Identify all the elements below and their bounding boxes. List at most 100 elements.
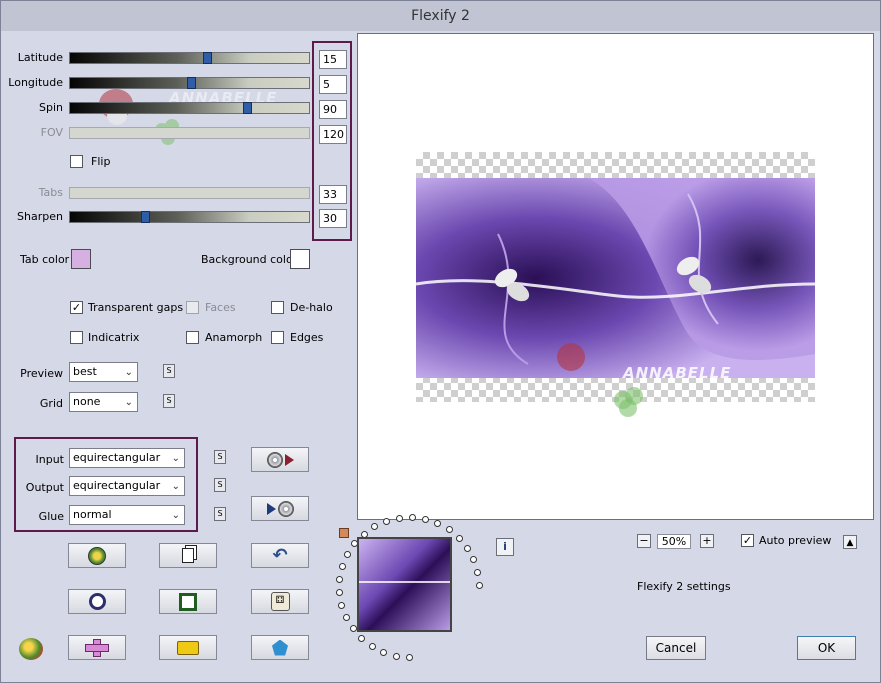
navigator-dot bbox=[383, 517, 391, 525]
flexify-logo-icon bbox=[19, 638, 43, 660]
spin-label: Spin bbox=[39, 101, 63, 114]
navigator-dot bbox=[475, 581, 483, 589]
disc-icon bbox=[277, 500, 294, 517]
navigator-dot bbox=[349, 625, 357, 633]
cross-button[interactable] bbox=[68, 635, 126, 660]
circle-button[interactable] bbox=[68, 589, 126, 614]
fov-slider bbox=[69, 127, 310, 139]
longitude-slider-thumb[interactable] bbox=[187, 77, 196, 89]
random-button[interactable]: ⚃ bbox=[251, 589, 309, 614]
values-highlight bbox=[312, 41, 352, 241]
edges-checkbox[interactable] bbox=[271, 331, 284, 344]
background-color-swatch[interactable] bbox=[290, 249, 310, 269]
copy-icon bbox=[182, 548, 194, 563]
background-color-label: Background color bbox=[201, 253, 298, 266]
collapse-button[interactable]: ▲ bbox=[843, 535, 857, 549]
title-bar: Flexify 2 bbox=[1, 1, 880, 31]
navigator-dot bbox=[339, 563, 347, 571]
tabs-label: Tabs bbox=[38, 186, 63, 199]
navigator-corner-handle[interactable] bbox=[339, 528, 349, 538]
watermark-text-preview: ANNABELLE bbox=[623, 364, 732, 382]
preview-select[interactable]: best ⌄ bbox=[69, 362, 138, 382]
input-select[interactable]: equirectangular ⌄ bbox=[69, 448, 185, 468]
ok-button[interactable]: OK bbox=[797, 636, 856, 660]
navigator-dot bbox=[421, 515, 429, 523]
flip-label: Flip bbox=[91, 155, 111, 168]
info-button[interactable]: i bbox=[496, 538, 514, 556]
navigator-dot bbox=[434, 519, 442, 527]
output-s-button[interactable]: S bbox=[214, 478, 226, 492]
edges-label: Edges bbox=[290, 331, 324, 344]
sharpen-slider[interactable] bbox=[69, 211, 310, 223]
presets-button[interactable] bbox=[68, 543, 126, 568]
output-select-value: equirectangular bbox=[73, 479, 161, 492]
navigator-dot bbox=[408, 514, 416, 522]
navigator-dot bbox=[336, 589, 344, 597]
brick-button[interactable] bbox=[159, 635, 217, 660]
copy-button[interactable] bbox=[159, 543, 217, 568]
grid-select-value: none bbox=[73, 395, 101, 408]
sharpen-label: Sharpen bbox=[17, 210, 63, 223]
latitude-slider-thumb[interactable] bbox=[203, 52, 212, 64]
longitude-label: Longitude bbox=[8, 76, 63, 89]
faces-checkbox[interactable] bbox=[186, 301, 199, 314]
input-load-button[interactable] bbox=[251, 447, 309, 472]
output-save-button[interactable] bbox=[251, 496, 309, 521]
de-halo-checkbox[interactable] bbox=[271, 301, 284, 314]
chevron-down-icon: ⌄ bbox=[171, 481, 180, 492]
output-select[interactable]: equirectangular ⌄ bbox=[69, 476, 185, 496]
input-s-button[interactable]: S bbox=[214, 450, 226, 464]
navigator-dot bbox=[464, 544, 472, 552]
undo-icon: ↶ bbox=[272, 545, 288, 566]
chevron-up-icon: ▲ bbox=[846, 538, 854, 548]
zoom-in-button[interactable]: + bbox=[700, 534, 714, 548]
faces-label: Faces bbox=[205, 301, 236, 314]
tabs-slider bbox=[69, 187, 310, 199]
chevron-down-icon: ⌄ bbox=[124, 367, 133, 378]
preview-panel[interactable]: ANNABELLE bbox=[357, 33, 874, 520]
transparent-gaps-label: Transparent gaps bbox=[88, 301, 184, 314]
auto-preview-checkbox[interactable]: ✓ bbox=[741, 534, 754, 547]
flip-checkbox[interactable] bbox=[70, 155, 83, 168]
longitude-slider[interactable] bbox=[69, 77, 310, 89]
dialog-body: ANNABELLE Latitude 15 Longitude 5 Spin 9… bbox=[1, 31, 880, 682]
de-halo-label: De-halo bbox=[290, 301, 333, 314]
glue-select-value: normal bbox=[73, 508, 112, 521]
undo-button[interactable]: ↶ bbox=[251, 543, 309, 568]
ring-icon bbox=[88, 593, 106, 610]
navigator-dot bbox=[358, 635, 366, 643]
pentagon-button[interactable] bbox=[251, 635, 309, 660]
navigator-dot bbox=[368, 643, 376, 651]
indicatrix-checkbox[interactable] bbox=[70, 331, 83, 344]
transparent-gaps-checkbox[interactable]: ✓ bbox=[70, 301, 83, 314]
zoom-out-button[interactable]: − bbox=[637, 534, 651, 548]
output-label: Output bbox=[25, 481, 64, 494]
navigator-dot bbox=[455, 534, 463, 542]
anamorph-checkbox[interactable] bbox=[186, 331, 199, 344]
sharpen-slider-thumb[interactable] bbox=[141, 211, 150, 223]
watermark-left: ANNABELLE bbox=[89, 79, 276, 159]
zoom-level: 50% bbox=[657, 534, 691, 549]
cancel-button[interactable]: Cancel bbox=[646, 636, 706, 660]
navigator-dot bbox=[470, 556, 478, 564]
navigator-dot bbox=[338, 601, 346, 609]
navigator-dot bbox=[342, 614, 350, 622]
navigator-dot bbox=[380, 649, 388, 657]
glue-select[interactable]: normal ⌄ bbox=[69, 505, 185, 525]
tab-color-swatch[interactable] bbox=[71, 249, 91, 269]
latitude-label: Latitude bbox=[17, 51, 63, 64]
navigator-thumbnail[interactable] bbox=[357, 537, 452, 632]
latitude-slider[interactable] bbox=[69, 52, 310, 64]
spin-slider[interactable] bbox=[69, 102, 310, 114]
spin-slider-thumb[interactable] bbox=[243, 102, 252, 114]
glue-s-button[interactable]: S bbox=[214, 507, 226, 521]
square-button[interactable] bbox=[159, 589, 217, 614]
grid-s-button[interactable]: S bbox=[163, 394, 175, 408]
input-label: Input bbox=[35, 453, 64, 466]
chevron-down-icon: ⌄ bbox=[171, 453, 180, 464]
grid-select[interactable]: none ⌄ bbox=[69, 392, 138, 412]
preview-s-button[interactable]: S bbox=[163, 364, 175, 378]
chevron-down-icon: ⌄ bbox=[171, 510, 180, 521]
navigator-dot bbox=[406, 654, 413, 661]
chevron-down-icon: ⌄ bbox=[124, 397, 133, 408]
